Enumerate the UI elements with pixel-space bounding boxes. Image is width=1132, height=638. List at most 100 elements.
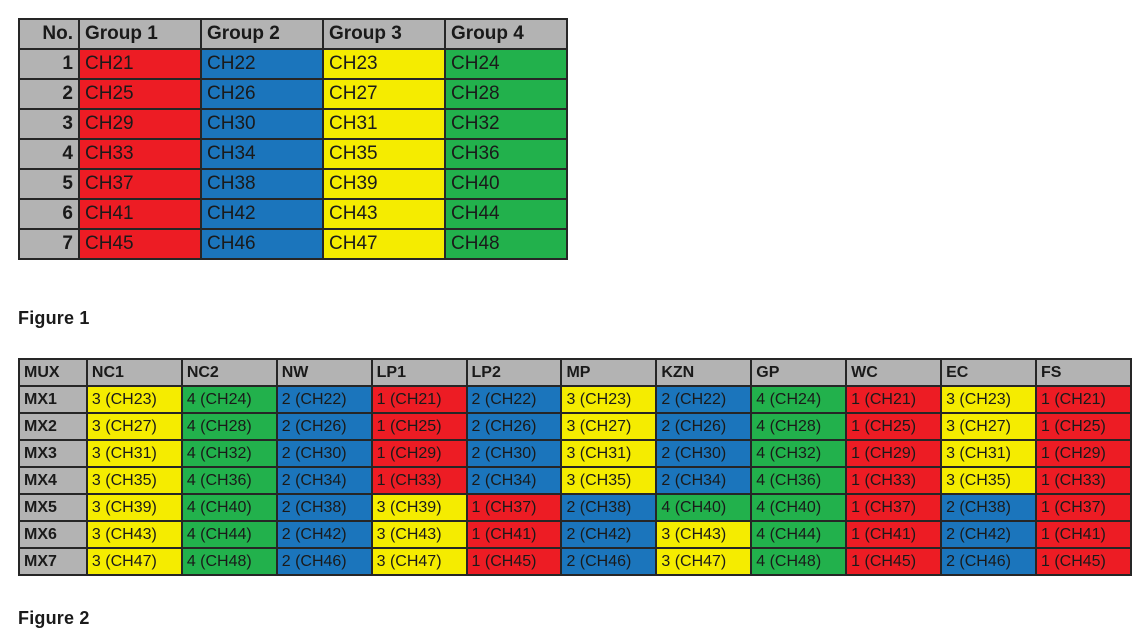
- figure2-table-body: MX1 3 (CH23) 4 (CH24) 2 (CH22) 1 (CH21) 2 (CH…: [20, 387, 1130, 574]
- figure1-channel-cell: CH42: [202, 200, 322, 228]
- figure2-allocation-cell: 3 (CH47): [87, 549, 181, 574]
- figure1-channel-cell: CH32: [446, 110, 566, 138]
- figure1-table-row: 7 CH45 CH46 CH47 CH48: [20, 230, 566, 258]
- figure2-allocation-cell: 2 (CH42): [562, 522, 656, 547]
- figure2-allocation-cell: 1 (CH41): [1036, 522, 1130, 547]
- figure1-table-row: 2 CH25 CH26 CH27 CH28: [20, 80, 566, 108]
- figure1-channel-cell: CH40: [446, 170, 566, 198]
- figure2-table-row: MX7 3 (CH47) 4 (CH48) 2 (CH46) 3 (CH47) 1 (CH…: [20, 549, 1130, 574]
- figure2-allocation-cell: 2 (CH38): [562, 495, 656, 520]
- figure2-allocation-cell: 1 (CH37): [467, 495, 561, 520]
- figure2-column-header-ec: EC: [942, 360, 1035, 385]
- figure2-column-header-nw: NW: [277, 360, 371, 385]
- figure2-allocation-cell: 4 (CH24): [182, 387, 276, 412]
- figure2-allocation-cell: 1 (CH33): [372, 468, 466, 493]
- figure2-allocation-cell: 1 (CH25): [1036, 414, 1130, 439]
- figure1-channel-cell: CH33: [80, 140, 200, 168]
- figure2-allocation-cell: 4 (CH24): [752, 387, 846, 412]
- figure1-channel-cell: CH28: [446, 80, 566, 108]
- figure1-channel-cell: CH41: [80, 200, 200, 228]
- figure2-table-row: MX4 3 (CH35) 4 (CH36) 2 (CH34) 1 (CH33) 2 (CH…: [20, 468, 1130, 493]
- figure2-mux-label: MX2: [20, 414, 86, 439]
- figure2-allocation-cell: 4 (CH28): [182, 414, 276, 439]
- figure1-channel-cell: CH29: [80, 110, 200, 138]
- figure2-allocation-cell: 1 (CH45): [1036, 549, 1130, 574]
- figure1-table-row: 6 CH41 CH42 CH43 CH44: [20, 200, 566, 228]
- figure2-allocation-cell: 2 (CH26): [657, 414, 751, 439]
- figure2-allocation-cell: 3 (CH31): [562, 441, 656, 466]
- figure1-channel-cell: CH31: [324, 110, 444, 138]
- figure2-allocation-cell: 1 (CH33): [847, 468, 941, 493]
- figure2-allocation-cell: 4 (CH36): [752, 468, 846, 493]
- figure1-channel-cell: CH23: [324, 50, 444, 78]
- figure2-column-header-lp1: LP1: [372, 360, 466, 385]
- figure2-allocation-cell: 3 (CH35): [562, 468, 656, 493]
- figure2-allocation-cell: 2 (CH26): [277, 414, 371, 439]
- figure1-channel-cell: CH44: [446, 200, 566, 228]
- figure1-channel-cell: CH26: [202, 80, 322, 108]
- figure2-allocation-cell: 3 (CH47): [372, 549, 466, 574]
- figure1-channel-cell: CH21: [80, 50, 200, 78]
- figure2-allocation-cell: 3 (CH23): [942, 387, 1035, 412]
- figure2-allocation-cell: 1 (CH21): [1036, 387, 1130, 412]
- figure2-table-header: MUX NC1 NC2 NW LP1 LP2 MP KZN GP WC EC FS: [20, 360, 1130, 385]
- figure2-column-header-wc: WC: [847, 360, 941, 385]
- figure1-channel-cell: CH35: [324, 140, 444, 168]
- figure1-channel-cell: CH27: [324, 80, 444, 108]
- figure2-allocation-cell: 3 (CH43): [372, 522, 466, 547]
- figure2-allocation-cell: 1 (CH37): [1036, 495, 1130, 520]
- figure2-allocation-cell: 3 (CH27): [562, 414, 656, 439]
- figure2-column-header-mux: MUX: [20, 360, 86, 385]
- figure1-channel-group-table: No. Group 1 Group 2 Group 3 Group 4 1 CH21 CH2…: [18, 18, 568, 260]
- figure1-channel-cell: CH24: [446, 50, 566, 78]
- figure2-allocation-cell: 4 (CH36): [182, 468, 276, 493]
- figure1-channel-cell: CH46: [202, 230, 322, 258]
- figure2-allocation-cell: 2 (CH46): [277, 549, 371, 574]
- figure2-allocation-cell: 1 (CH37): [847, 495, 941, 520]
- figure2-allocation-cell: 3 (CH31): [87, 441, 181, 466]
- figure2-allocation-cell: 3 (CH27): [87, 414, 181, 439]
- figure2-column-header-lp2: LP2: [467, 360, 561, 385]
- figure2-allocation-cell: 1 (CH29): [847, 441, 941, 466]
- figure2-allocation-cell: 1 (CH29): [1036, 441, 1130, 466]
- figure2-allocation-cell: 3 (CH35): [87, 468, 181, 493]
- figure2-allocation-cell: 2 (CH22): [657, 387, 751, 412]
- figure1-column-header-group-3: Group 3: [324, 20, 444, 48]
- figure2-allocation-cell: 3 (CH23): [87, 387, 181, 412]
- figure1-table-body: 1 CH21 CH22 CH23 CH24 2 CH25 CH26 CH27 CH28 3 CH29 C…: [20, 50, 566, 258]
- figure2-allocation-cell: 4 (CH40): [657, 495, 751, 520]
- figure2-allocation-cell: 4 (CH44): [752, 522, 846, 547]
- figure2-allocation-cell: 4 (CH48): [182, 549, 276, 574]
- figure2-allocation-cell: 2 (CH46): [562, 549, 656, 574]
- figure1-table-header: No. Group 1 Group 2 Group 3 Group 4: [20, 20, 566, 48]
- figure2-table-row: MX5 3 (CH39) 4 (CH40) 2 (CH38) 3 (CH39) 1 (CH…: [20, 495, 1130, 520]
- figure2-table-row: MX3 3 (CH31) 4 (CH32) 2 (CH30) 1 (CH29) 2 (CH…: [20, 441, 1130, 466]
- figure2-allocation-cell: 2 (CH22): [277, 387, 371, 412]
- figure2-allocation-cell: 1 (CH41): [847, 522, 941, 547]
- figure2-allocation-cell: 2 (CH34): [277, 468, 371, 493]
- figure1-row-number: 2: [20, 80, 78, 108]
- figure1-table-row: 1 CH21 CH22 CH23 CH24: [20, 50, 566, 78]
- figure1-row-number: 4: [20, 140, 78, 168]
- figure2-allocation-cell: 3 (CH35): [942, 468, 1035, 493]
- figure2-mux-allocation-table: MUX NC1 NC2 NW LP1 LP2 MP KZN GP WC EC FS MX1 3 (CH2…: [18, 358, 1132, 576]
- figure2-allocation-cell: 3 (CH47): [657, 549, 751, 574]
- figure2-allocation-cell: 1 (CH45): [847, 549, 941, 574]
- figure1-channel-cell: CH48: [446, 230, 566, 258]
- figure1-channel-cell: CH37: [80, 170, 200, 198]
- figure2-allocation-cell: 1 (CH25): [372, 414, 466, 439]
- figure2-table-row: MX2 3 (CH27) 4 (CH28) 2 (CH26) 1 (CH25) 2 (CH…: [20, 414, 1130, 439]
- figure2-allocation-cell: 3 (CH43): [657, 522, 751, 547]
- figure2-allocation-cell: 3 (CH27): [942, 414, 1035, 439]
- figure2-allocation-cell: 2 (CH26): [467, 414, 561, 439]
- figure2-allocation-cell: 3 (CH23): [562, 387, 656, 412]
- figure2-column-header-nc2: NC2: [182, 360, 276, 385]
- figure1-channel-cell: CH22: [202, 50, 322, 78]
- figure2-allocation-cell: 2 (CH30): [657, 441, 751, 466]
- figure2-allocation-cell: 2 (CH34): [657, 468, 751, 493]
- figure2-header-row: MUX NC1 NC2 NW LP1 LP2 MP KZN GP WC EC FS: [20, 360, 1130, 385]
- figure2-allocation-cell: 2 (CH46): [942, 549, 1035, 574]
- figure2-allocation-cell: 2 (CH22): [467, 387, 561, 412]
- figure2-mux-label: MX5: [20, 495, 86, 520]
- figure1-table-row: 3 CH29 CH30 CH31 CH32: [20, 110, 566, 138]
